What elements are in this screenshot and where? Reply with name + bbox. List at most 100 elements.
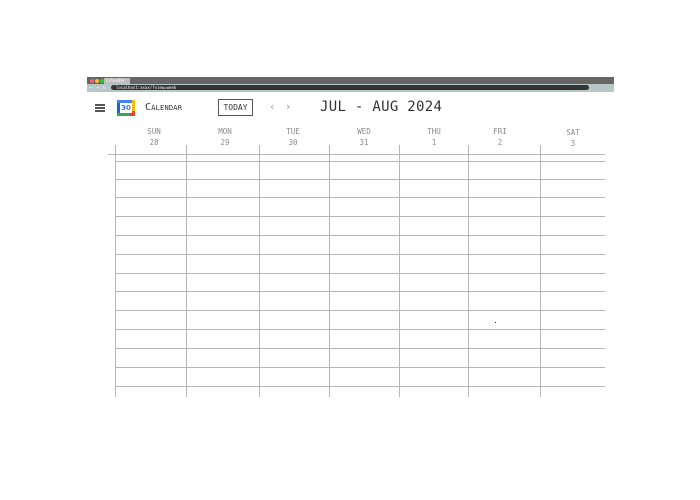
day-header-mon[interactable]: MON 29	[195, 126, 255, 148]
time-slot[interactable]	[260, 349, 329, 367]
time-slot[interactable]	[116, 198, 186, 216]
time-slot[interactable]	[541, 368, 605, 386]
time-slot[interactable]	[187, 236, 259, 254]
time-slot[interactable]	[400, 292, 468, 310]
time-slot[interactable]	[187, 180, 259, 197]
forward-icon[interactable]: →	[96, 84, 99, 92]
time-slot[interactable]	[330, 311, 399, 329]
day-date[interactable]: 30	[263, 137, 323, 148]
time-slot[interactable]	[541, 155, 605, 161]
time-slot[interactable]	[187, 311, 259, 329]
time-slot[interactable]	[260, 311, 329, 329]
time-slot[interactable]	[116, 155, 186, 161]
day-date[interactable]: 31	[334, 137, 394, 148]
time-slot[interactable]	[187, 330, 259, 348]
time-slot[interactable]	[469, 349, 540, 367]
time-slot[interactable]	[400, 217, 468, 235]
time-slot[interactable]	[400, 198, 468, 216]
previous-week-icon[interactable]: ‹	[270, 100, 274, 113]
time-slot[interactable]	[541, 217, 605, 235]
time-slot[interactable]	[469, 155, 540, 161]
time-slot[interactable]	[469, 255, 540, 273]
time-slot[interactable]	[260, 274, 329, 291]
time-slot[interactable]	[116, 162, 186, 179]
time-slot[interactable]	[260, 255, 329, 273]
close-window-icon[interactable]	[90, 79, 94, 83]
day-date[interactable]: 29	[195, 137, 255, 148]
time-slot[interactable]	[116, 255, 186, 273]
time-slot[interactable]	[330, 387, 399, 397]
time-slot[interactable]	[469, 387, 540, 397]
address-bar[interactable]: localhost:xxxx/?view=week	[111, 85, 589, 90]
time-slot[interactable]	[330, 155, 399, 161]
day-header-thu[interactable]: THU 1	[404, 126, 464, 148]
time-slot[interactable]	[330, 180, 399, 197]
time-slot[interactable]	[116, 180, 186, 197]
time-slot[interactable]	[541, 255, 605, 273]
time-slot[interactable]	[469, 180, 540, 197]
time-slot[interactable]	[187, 217, 259, 235]
time-slot[interactable]	[330, 349, 399, 367]
time-slot[interactable]	[469, 217, 540, 235]
time-slot[interactable]	[400, 387, 468, 397]
day-date[interactable]: 3	[543, 138, 603, 149]
next-week-icon[interactable]: ›	[286, 100, 290, 113]
reload-icon[interactable]: ↻	[103, 84, 106, 92]
time-slot[interactable]	[541, 274, 605, 291]
time-slot[interactable]	[541, 162, 605, 179]
time-slot[interactable]	[400, 255, 468, 273]
day-header-fri[interactable]: FRI 2	[470, 126, 530, 148]
back-icon[interactable]: ←	[89, 84, 92, 92]
time-slot[interactable]	[116, 292, 186, 310]
time-slot[interactable]	[116, 217, 186, 235]
time-slot[interactable]	[330, 236, 399, 254]
time-slot[interactable]	[400, 162, 468, 179]
time-slot[interactable]	[330, 368, 399, 386]
time-slot[interactable]	[187, 255, 259, 273]
time-slot[interactable]	[187, 387, 259, 397]
time-slot[interactable]	[541, 198, 605, 216]
time-slot[interactable]	[116, 311, 186, 329]
time-slot[interactable]	[116, 236, 186, 254]
time-slot[interactable]	[330, 198, 399, 216]
time-slot[interactable]	[541, 292, 605, 310]
time-slot[interactable]	[187, 292, 259, 310]
day-date[interactable]: 1	[404, 137, 464, 148]
time-slot[interactable]	[469, 330, 540, 348]
time-slot[interactable]	[469, 236, 540, 254]
minimize-window-icon[interactable]	[95, 79, 99, 83]
time-slot[interactable]	[116, 349, 186, 367]
day-date[interactable]: 2	[470, 137, 530, 148]
time-slot[interactable]	[187, 274, 259, 291]
time-slot[interactable]	[400, 155, 468, 161]
time-slot[interactable]	[330, 255, 399, 273]
time-slot[interactable]	[541, 349, 605, 367]
time-slot[interactable]	[260, 155, 329, 161]
time-slot[interactable]	[400, 368, 468, 386]
time-slot[interactable]	[116, 368, 186, 386]
time-slot[interactable]	[187, 368, 259, 386]
time-slot[interactable]	[260, 330, 329, 348]
time-slot[interactable]	[400, 180, 468, 197]
time-slot[interactable]	[469, 274, 540, 291]
day-header-wed[interactable]: WED 31	[334, 126, 394, 148]
time-slot[interactable]	[116, 330, 186, 348]
time-slot[interactable]	[187, 198, 259, 216]
main-menu-icon[interactable]	[95, 103, 105, 112]
day-header-sun[interactable]: SUN 28	[124, 126, 184, 148]
time-slot[interactable]	[330, 330, 399, 348]
time-slot[interactable]	[469, 292, 540, 310]
time-slot[interactable]	[541, 236, 605, 254]
time-slot[interactable]	[330, 162, 399, 179]
time-slot[interactable]	[260, 180, 329, 197]
time-slot[interactable]	[116, 387, 186, 397]
day-header-sat[interactable]: SAT 3	[543, 127, 603, 149]
time-slot[interactable]	[187, 155, 259, 161]
time-slot[interactable]	[330, 292, 399, 310]
time-slot[interactable]	[400, 311, 468, 329]
time-slot[interactable]	[116, 274, 186, 291]
time-slot[interactable]	[541, 387, 605, 397]
time-slot[interactable]	[469, 162, 540, 179]
today-button[interactable]: TODAY	[218, 99, 253, 116]
day-date[interactable]: 28	[124, 137, 184, 148]
